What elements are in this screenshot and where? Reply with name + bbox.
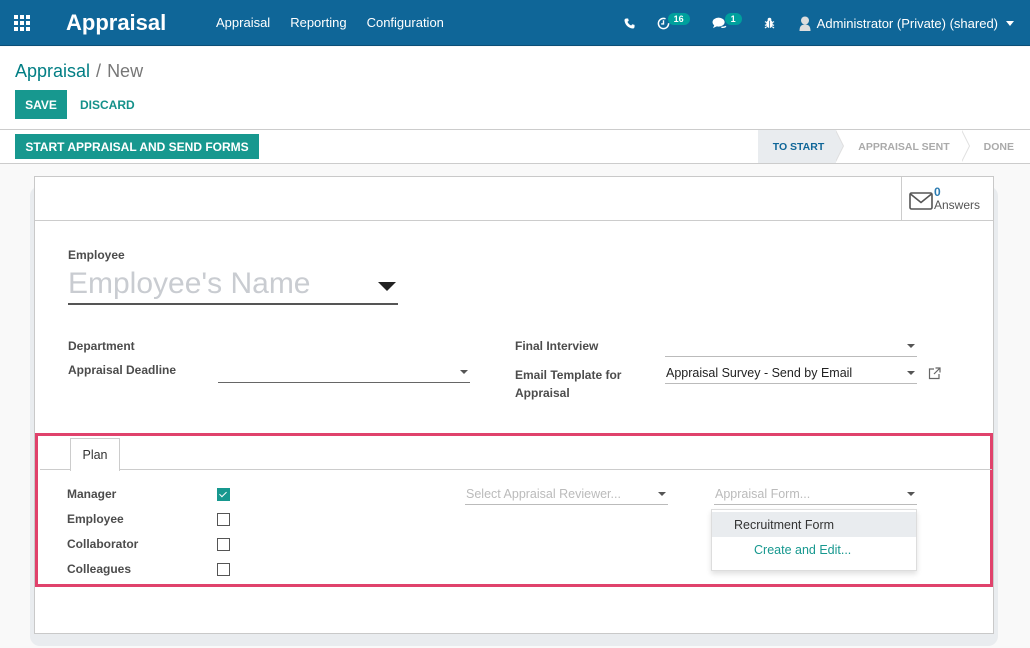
plan-label-manager: Manager xyxy=(67,487,117,501)
stage-label: DONE xyxy=(983,140,1014,153)
appraisal-form-placeholder: Appraisal Form... xyxy=(715,487,811,501)
email-template-label-line2: Appraisal xyxy=(515,386,570,400)
external-link-icon[interactable] xyxy=(928,367,941,380)
employee-label: Employee xyxy=(68,248,125,262)
email-template-label-line1: Email Template for xyxy=(515,368,622,382)
email-template-label: Email Template for Appraisal xyxy=(515,366,621,402)
apps-grid-icon[interactable] xyxy=(14,15,32,31)
stat-text: 0 Answers xyxy=(934,184,981,212)
plan-label-collaborator: Collaborator xyxy=(67,537,139,551)
stage-appraisal-sent[interactable]: APPRAISAL SENT xyxy=(836,129,970,163)
dropdown-caret-icon xyxy=(907,344,915,348)
email-template-value: Appraisal Survey - Send by Email xyxy=(666,366,853,380)
dropdown-caret-icon xyxy=(460,370,468,374)
stage-label: TO START xyxy=(772,140,825,153)
colleagues-checkbox[interactable] xyxy=(217,563,230,576)
employee-name-input[interactable]: Employee's Name xyxy=(68,267,398,305)
chevron-down-icon xyxy=(1006,20,1014,26)
main-menu: Appraisal Reporting Configuration xyxy=(216,15,444,30)
menu-item-configuration[interactable]: Configuration xyxy=(367,15,444,30)
envelope-icon xyxy=(909,191,933,210)
user-name: Administrator (Private) (shared) xyxy=(816,15,998,31)
plan-label-employee: Employee xyxy=(67,512,124,526)
employee-name-placeholder: Employee's Name xyxy=(68,267,311,300)
notebook-tabs: Plan xyxy=(40,438,992,471)
discard-button[interactable]: DISCARD xyxy=(80,90,135,119)
dropdown-caret-icon[interactable] xyxy=(378,282,396,291)
dropdown-option-recruitment-form[interactable]: Recruitment Form xyxy=(712,512,916,537)
chevron-right-icon xyxy=(960,129,970,162)
dropdown-caret-icon xyxy=(658,492,666,496)
user-menu[interactable]: Administrator (Private) (shared) xyxy=(799,16,1014,31)
appraisal-reviewer-select[interactable]: Select Appraisal Reviewer... xyxy=(465,483,668,505)
messages-button[interactable]: 1 xyxy=(712,13,742,30)
message-count-badge: 1 xyxy=(724,13,742,25)
dropdown-caret-icon xyxy=(907,371,915,375)
plan-label-colleagues: Colleagues xyxy=(67,562,132,576)
reviewer-placeholder: Select Appraisal Reviewer... xyxy=(466,487,621,501)
stage-pipeline: TO START APPRAISAL SENT DONE xyxy=(757,129,1030,163)
activity-count-badge: 16 xyxy=(667,13,690,25)
dropdown-caret-icon xyxy=(907,492,915,496)
answers-count: 0 xyxy=(934,184,941,199)
appraisal-deadline-field[interactable] xyxy=(218,361,470,383)
breadcrumb-parent[interactable]: Appraisal xyxy=(15,61,90,81)
final-interview-field[interactable] xyxy=(665,335,917,357)
answers-label: Answers xyxy=(934,197,981,212)
bug-icon[interactable] xyxy=(764,17,775,29)
manager-checkbox[interactable] xyxy=(217,488,230,501)
menu-item-appraisal[interactable]: Appraisal xyxy=(216,15,270,30)
breadcrumb: Appraisal / New xyxy=(15,61,143,82)
appraisal-form-dropdown: Recruitment Form Create and Edit... xyxy=(711,509,917,571)
dropdown-create-and-edit[interactable]: Create and Edit... xyxy=(712,537,916,562)
form-statusbar: START APPRAISAL AND SEND FORMS TO START … xyxy=(0,129,1030,164)
stage-done[interactable]: DONE xyxy=(962,130,1030,163)
save-button[interactable]: SAVE xyxy=(15,90,67,119)
menu-item-reporting[interactable]: Reporting xyxy=(290,15,346,30)
start-appraisal-button[interactable]: START APPRAISAL AND SEND FORMS xyxy=(15,134,259,159)
breadcrumb-separator: / xyxy=(96,61,102,81)
chevron-right-icon xyxy=(835,129,845,162)
top-navbar: Appraisal Appraisal Reporting Configurat… xyxy=(0,0,1030,46)
employee-checkbox[interactable] xyxy=(217,513,230,526)
phone-icon[interactable] xyxy=(624,17,635,29)
tab-plan[interactable]: Plan xyxy=(70,438,120,471)
button-box: 0 Answers xyxy=(35,177,993,221)
stage-to-start[interactable]: TO START xyxy=(757,129,845,163)
activity-button[interactable]: 16 xyxy=(657,13,690,30)
department-label: Department xyxy=(68,339,135,353)
control-panel: Appraisal / New SAVE DISCARD xyxy=(0,47,1030,130)
app-brand[interactable]: Appraisal xyxy=(66,10,166,36)
collaborator-checkbox[interactable] xyxy=(217,538,230,551)
final-interview-label: Final Interview xyxy=(515,339,599,353)
answers-stat-button[interactable]: 0 Answers xyxy=(901,177,993,220)
appraisal-deadline-label: Appraisal Deadline xyxy=(68,363,177,377)
systray: 16 1 Administrator (Private) (shared) xyxy=(602,0,1014,46)
stage-label: APPRAISAL SENT xyxy=(858,140,950,153)
email-template-field[interactable]: Appraisal Survey - Send by Email xyxy=(665,362,917,384)
breadcrumb-current: New xyxy=(107,61,144,81)
user-avatar-icon xyxy=(799,16,811,31)
appraisal-form-select[interactable]: Appraisal Form... xyxy=(714,483,917,505)
